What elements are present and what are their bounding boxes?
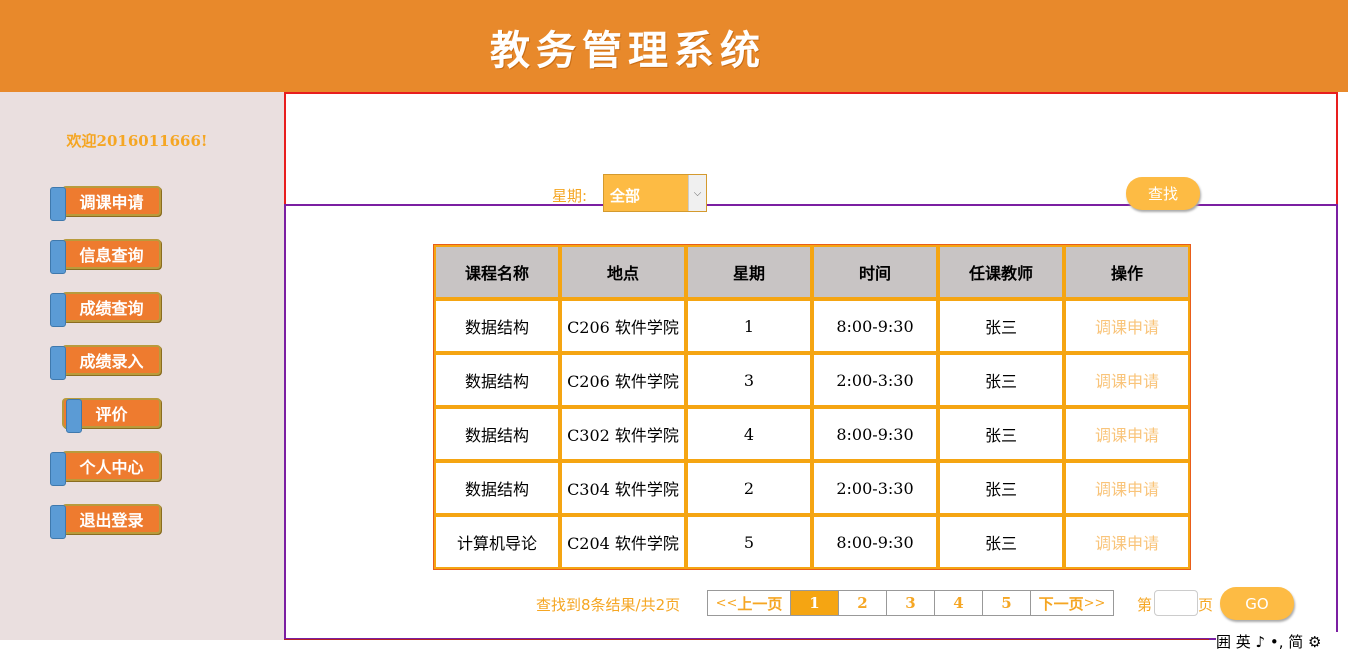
location-cell: C204 软件学院 — [560, 515, 686, 569]
column-header: 任课教师 — [938, 245, 1064, 299]
day-filter-label: 星期: — [552, 187, 588, 205]
next-page-button[interactable]: 下一页 >> — [1030, 590, 1114, 616]
nav-tab-icon — [66, 399, 82, 433]
time-cell: 2:00-3:30 — [812, 461, 938, 515]
nav-tab-icon — [50, 240, 66, 274]
table-row: 数据结构 C304 软件学院 2 2:00-3:30 张三 调课申请 — [434, 461, 1190, 515]
nav-button-logout[interactable]: 退出登录 — [62, 504, 161, 534]
table-row: 数据结构 C206 软件学院 3 2:00-3:30 张三 调课申请 — [434, 353, 1190, 407]
table-row: 数据结构 C302 软件学院 4 8:00-9:30 张三 调课申请 — [434, 407, 1190, 461]
course-table: 课程名称 地点 星期 时间 任课教师 操作 数据结构 C206 软件学院 1 8… — [433, 244, 1191, 570]
location-cell: C304 软件学院 — [560, 461, 686, 515]
time-cell: 2:00-3:30 — [812, 353, 938, 407]
day-cell: 5 — [686, 515, 812, 569]
day-cell: 2 — [686, 461, 812, 515]
page-button-5[interactable]: 5 — [982, 590, 1031, 616]
page-button-3[interactable]: 3 — [886, 590, 935, 616]
goto-prefix: 第 — [1137, 596, 1153, 614]
page-button-4[interactable]: 4 — [934, 590, 983, 616]
day-select[interactable]: 全部 ⌵ — [603, 174, 707, 212]
go-button[interactable]: GO — [1220, 587, 1294, 620]
nav-button-info-query[interactable]: 信息查询 — [62, 239, 161, 269]
location-cell: C206 软件学院 — [560, 299, 686, 353]
nav-button-grade-query[interactable]: 成绩查询 — [62, 292, 161, 322]
day-cell: 4 — [686, 407, 812, 461]
table-row: 计算机导论 C204 软件学院 5 8:00-9:30 张三 调课申请 — [434, 515, 1190, 569]
nav-label: 信息查询 — [79, 246, 144, 265]
nav-label: 评价 — [95, 405, 128, 424]
nav-tab-icon — [50, 452, 66, 486]
time-cell: 8:00-9:30 — [812, 407, 938, 461]
nav-label: 调课申请 — [79, 193, 144, 212]
nav-label: 成绩录入 — [79, 352, 144, 371]
prev-page-button[interactable]: << 上一页 — [707, 590, 791, 616]
location-cell: C302 软件学院 — [560, 407, 686, 461]
result-summary: 查找到8条结果/共2页 — [536, 596, 681, 614]
teacher-cell: 张三 — [938, 515, 1064, 569]
nav-tab-icon — [50, 505, 66, 539]
pagination: << 上一页 1 2 3 4 5 下一页 >> — [707, 590, 1114, 616]
location-cell: C206 软件学院 — [560, 353, 686, 407]
next-arrows: >> — [1083, 595, 1106, 611]
table-header-row: 课程名称 地点 星期 时间 任课教师 操作 — [434, 245, 1190, 299]
prev-arrows: << — [715, 595, 738, 611]
apply-change-link[interactable]: 调课申请 — [1064, 299, 1190, 353]
ime-toolbar[interactable]: 囲 英 ♪ •, 简 ⚙ — [1216, 632, 1348, 651]
day-cell: 3 — [686, 353, 812, 407]
column-header: 地点 — [560, 245, 686, 299]
column-header: 课程名称 — [434, 245, 560, 299]
apply-change-link[interactable]: 调课申请 — [1064, 407, 1190, 461]
day-cell: 1 — [686, 299, 812, 353]
nav-tab-icon — [50, 346, 66, 380]
column-header: 操作 — [1064, 245, 1190, 299]
welcome-text: 欢迎2016011666! — [66, 132, 208, 150]
nav-tab-icon — [50, 293, 66, 327]
next-page-label: 下一页 — [1038, 594, 1084, 613]
course-name-cell: 数据结构 — [434, 461, 560, 515]
nav-tab-icon — [50, 187, 66, 221]
app-title: 教务管理系统 — [490, 27, 766, 74]
time-cell: 8:00-9:30 — [812, 515, 938, 569]
teacher-cell: 张三 — [938, 299, 1064, 353]
apply-change-link[interactable]: 调课申请 — [1064, 353, 1190, 407]
time-cell: 8:00-9:30 — [812, 299, 938, 353]
goto-page-input[interactable] — [1154, 590, 1198, 616]
day-select-value: 全部 — [610, 187, 641, 205]
nav-button-personal-center[interactable]: 个人中心 — [62, 451, 161, 481]
course-name-cell: 数据结构 — [434, 299, 560, 353]
nav-button-course-change[interactable]: 调课申请 — [62, 186, 161, 216]
nav-label: 成绩查询 — [79, 299, 144, 318]
column-header: 时间 — [812, 245, 938, 299]
teacher-cell: 张三 — [938, 407, 1064, 461]
header-bar: 教务管理系统 — [0, 0, 1348, 92]
course-name-cell: 数据结构 — [434, 353, 560, 407]
teacher-cell: 张三 — [938, 461, 1064, 515]
nav-label: 退出登录 — [79, 511, 144, 530]
divider — [284, 639, 1209, 640]
chevron-down-icon[interactable]: ⌵ — [688, 175, 706, 211]
nav-button-grade-entry[interactable]: 成绩录入 — [62, 345, 161, 375]
page-button-1[interactable]: 1 — [790, 590, 839, 616]
prev-page-label: 上一页 — [737, 594, 783, 613]
column-header: 星期 — [686, 245, 812, 299]
table-row: 数据结构 C206 软件学院 1 8:00-9:30 张三 调课申请 — [434, 299, 1190, 353]
apply-change-link[interactable]: 调课申请 — [1064, 461, 1190, 515]
page-button-2[interactable]: 2 — [838, 590, 887, 616]
course-name-cell: 计算机导论 — [434, 515, 560, 569]
nav-label: 个人中心 — [79, 458, 144, 477]
course-name-cell: 数据结构 — [434, 407, 560, 461]
teacher-cell: 张三 — [938, 353, 1064, 407]
goto-suffix: 页 — [1198, 596, 1214, 614]
apply-change-link[interactable]: 调课申请 — [1064, 515, 1190, 569]
search-button[interactable]: 查找 — [1126, 177, 1200, 210]
